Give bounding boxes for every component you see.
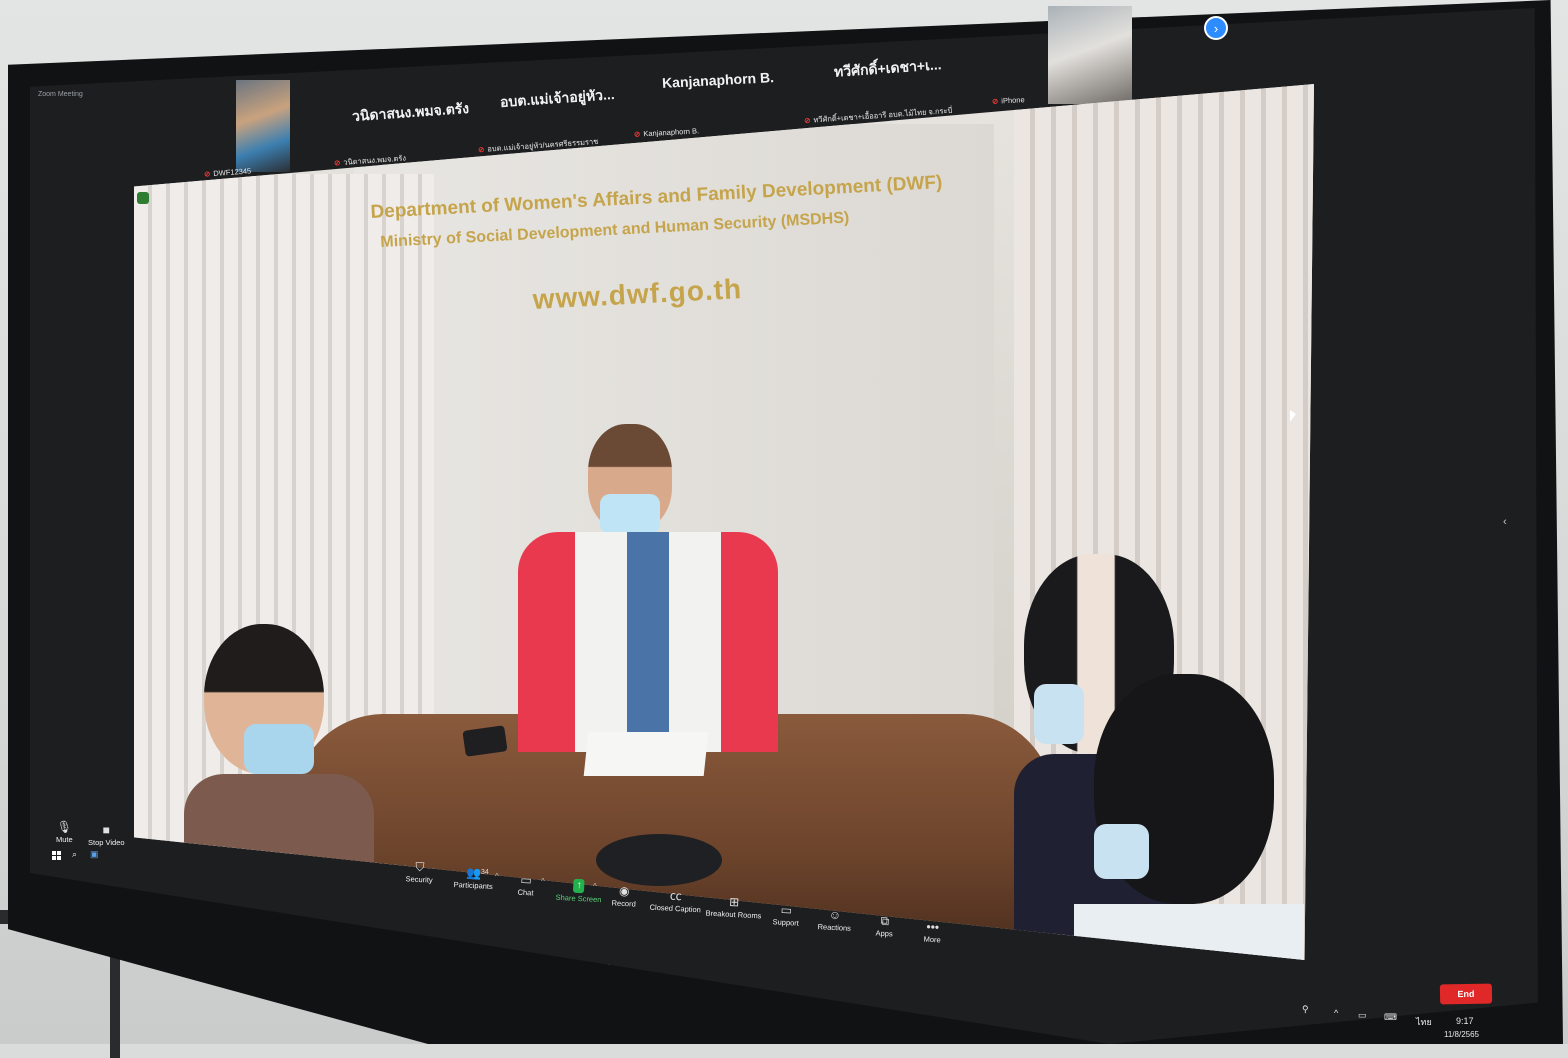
participant-camera-tile[interactable] — [1048, 6, 1132, 104]
breakout-rooms-button[interactable]: ⊞ Breakout Rooms — [705, 894, 762, 921]
person-right-front — [1074, 674, 1304, 960]
chevron-left-icon[interactable]: ‹ — [1503, 516, 1507, 528]
chevron-up-icon[interactable]: ^ — [495, 872, 499, 881]
video-camera-icon: ■ — [102, 823, 110, 837]
main-video-feed: Department of Women's Affairs and Family… — [134, 84, 1314, 960]
language-indicator[interactable]: ไทย — [1416, 1015, 1432, 1029]
participant-tile-sublabel: ⊘ iPhone — [991, 95, 1025, 106]
muted-mic-icon: ⊘ — [991, 96, 999, 106]
mouse-cursor-icon — [1290, 410, 1296, 422]
chat-button[interactable]: ▭ Chat — [517, 873, 534, 898]
search-icon[interactable]: ⌕ — [72, 849, 77, 860]
support-button[interactable]: ▭ Support — [772, 902, 800, 928]
windows-logo-icon[interactable] — [52, 851, 61, 860]
record-icon: ◉ — [618, 883, 630, 899]
breakout-rooms-icon: ⊞ — [728, 894, 740, 910]
muted-mic-icon: ⊘ — [477, 144, 485, 155]
chat-icon: ▭ — [520, 872, 533, 888]
document — [583, 732, 709, 776]
window-title: Zoom Meeting — [38, 91, 83, 98]
chevron-up-icon[interactable]: ^ — [1334, 1008, 1338, 1018]
more-icon: ••• — [926, 919, 940, 935]
person-center — [518, 424, 778, 754]
mute-button[interactable]: 🎙 Mute — [56, 820, 73, 844]
record-button[interactable]: ◉ Record — [611, 883, 636, 909]
reactions-button[interactable]: ☺ Reactions — [817, 907, 852, 933]
keyboard-icon[interactable]: ⌨ — [1384, 1012, 1397, 1023]
clock-time: 9:17 — [1456, 1016, 1474, 1026]
security-button[interactable]: ⛉ Security — [405, 859, 433, 885]
participant-camera-tile[interactable] — [236, 80, 290, 172]
chevron-right-icon: › — [1213, 20, 1219, 36]
support-icon: ▭ — [780, 902, 793, 918]
more-button[interactable]: ••• More — [923, 920, 941, 945]
microphone-icon: 🎙 — [56, 820, 72, 834]
people-icon[interactable]: ⚲ — [1302, 1004, 1309, 1015]
muted-mic-icon: ⊘ — [633, 129, 641, 139]
closed-caption-button[interactable]: ㏄ Closed Caption — [649, 888, 701, 915]
apps-button[interactable]: ⧉ Apps — [875, 914, 893, 939]
cc-icon: ㏄ — [669, 888, 683, 904]
reactions-icon: ☺ — [828, 907, 842, 923]
stop-video-button[interactable]: ■ Stop Video — [88, 823, 125, 847]
apps-icon: ⧉ — [880, 913, 890, 929]
zoom-taskbar-icon[interactable]: ▣ — [90, 849, 99, 860]
spotlight-indicator-icon — [137, 192, 149, 204]
participants-count: 34 — [481, 869, 489, 876]
muted-mic-icon: ⊘ — [333, 158, 341, 168]
clock-date: 11/8/2565 — [1444, 1030, 1479, 1039]
chevron-up-icon[interactable]: ^ — [593, 882, 597, 891]
display-icon[interactable]: ▭ — [1358, 1010, 1367, 1021]
shield-icon: ⛉ — [414, 859, 425, 875]
share-screen-icon: ↑ — [573, 878, 586, 894]
muted-mic-icon: ⊘ — [203, 169, 211, 179]
participants-icon: 👥 — [466, 865, 482, 881]
conference-speaker — [596, 834, 722, 886]
end-meeting-button[interactable]: End — [1439, 983, 1493, 1005]
muted-mic-icon: ⊘ — [803, 115, 811, 126]
next-page-button[interactable]: › — [1204, 16, 1228, 40]
chevron-up-icon[interactable]: ^ — [541, 877, 545, 886]
